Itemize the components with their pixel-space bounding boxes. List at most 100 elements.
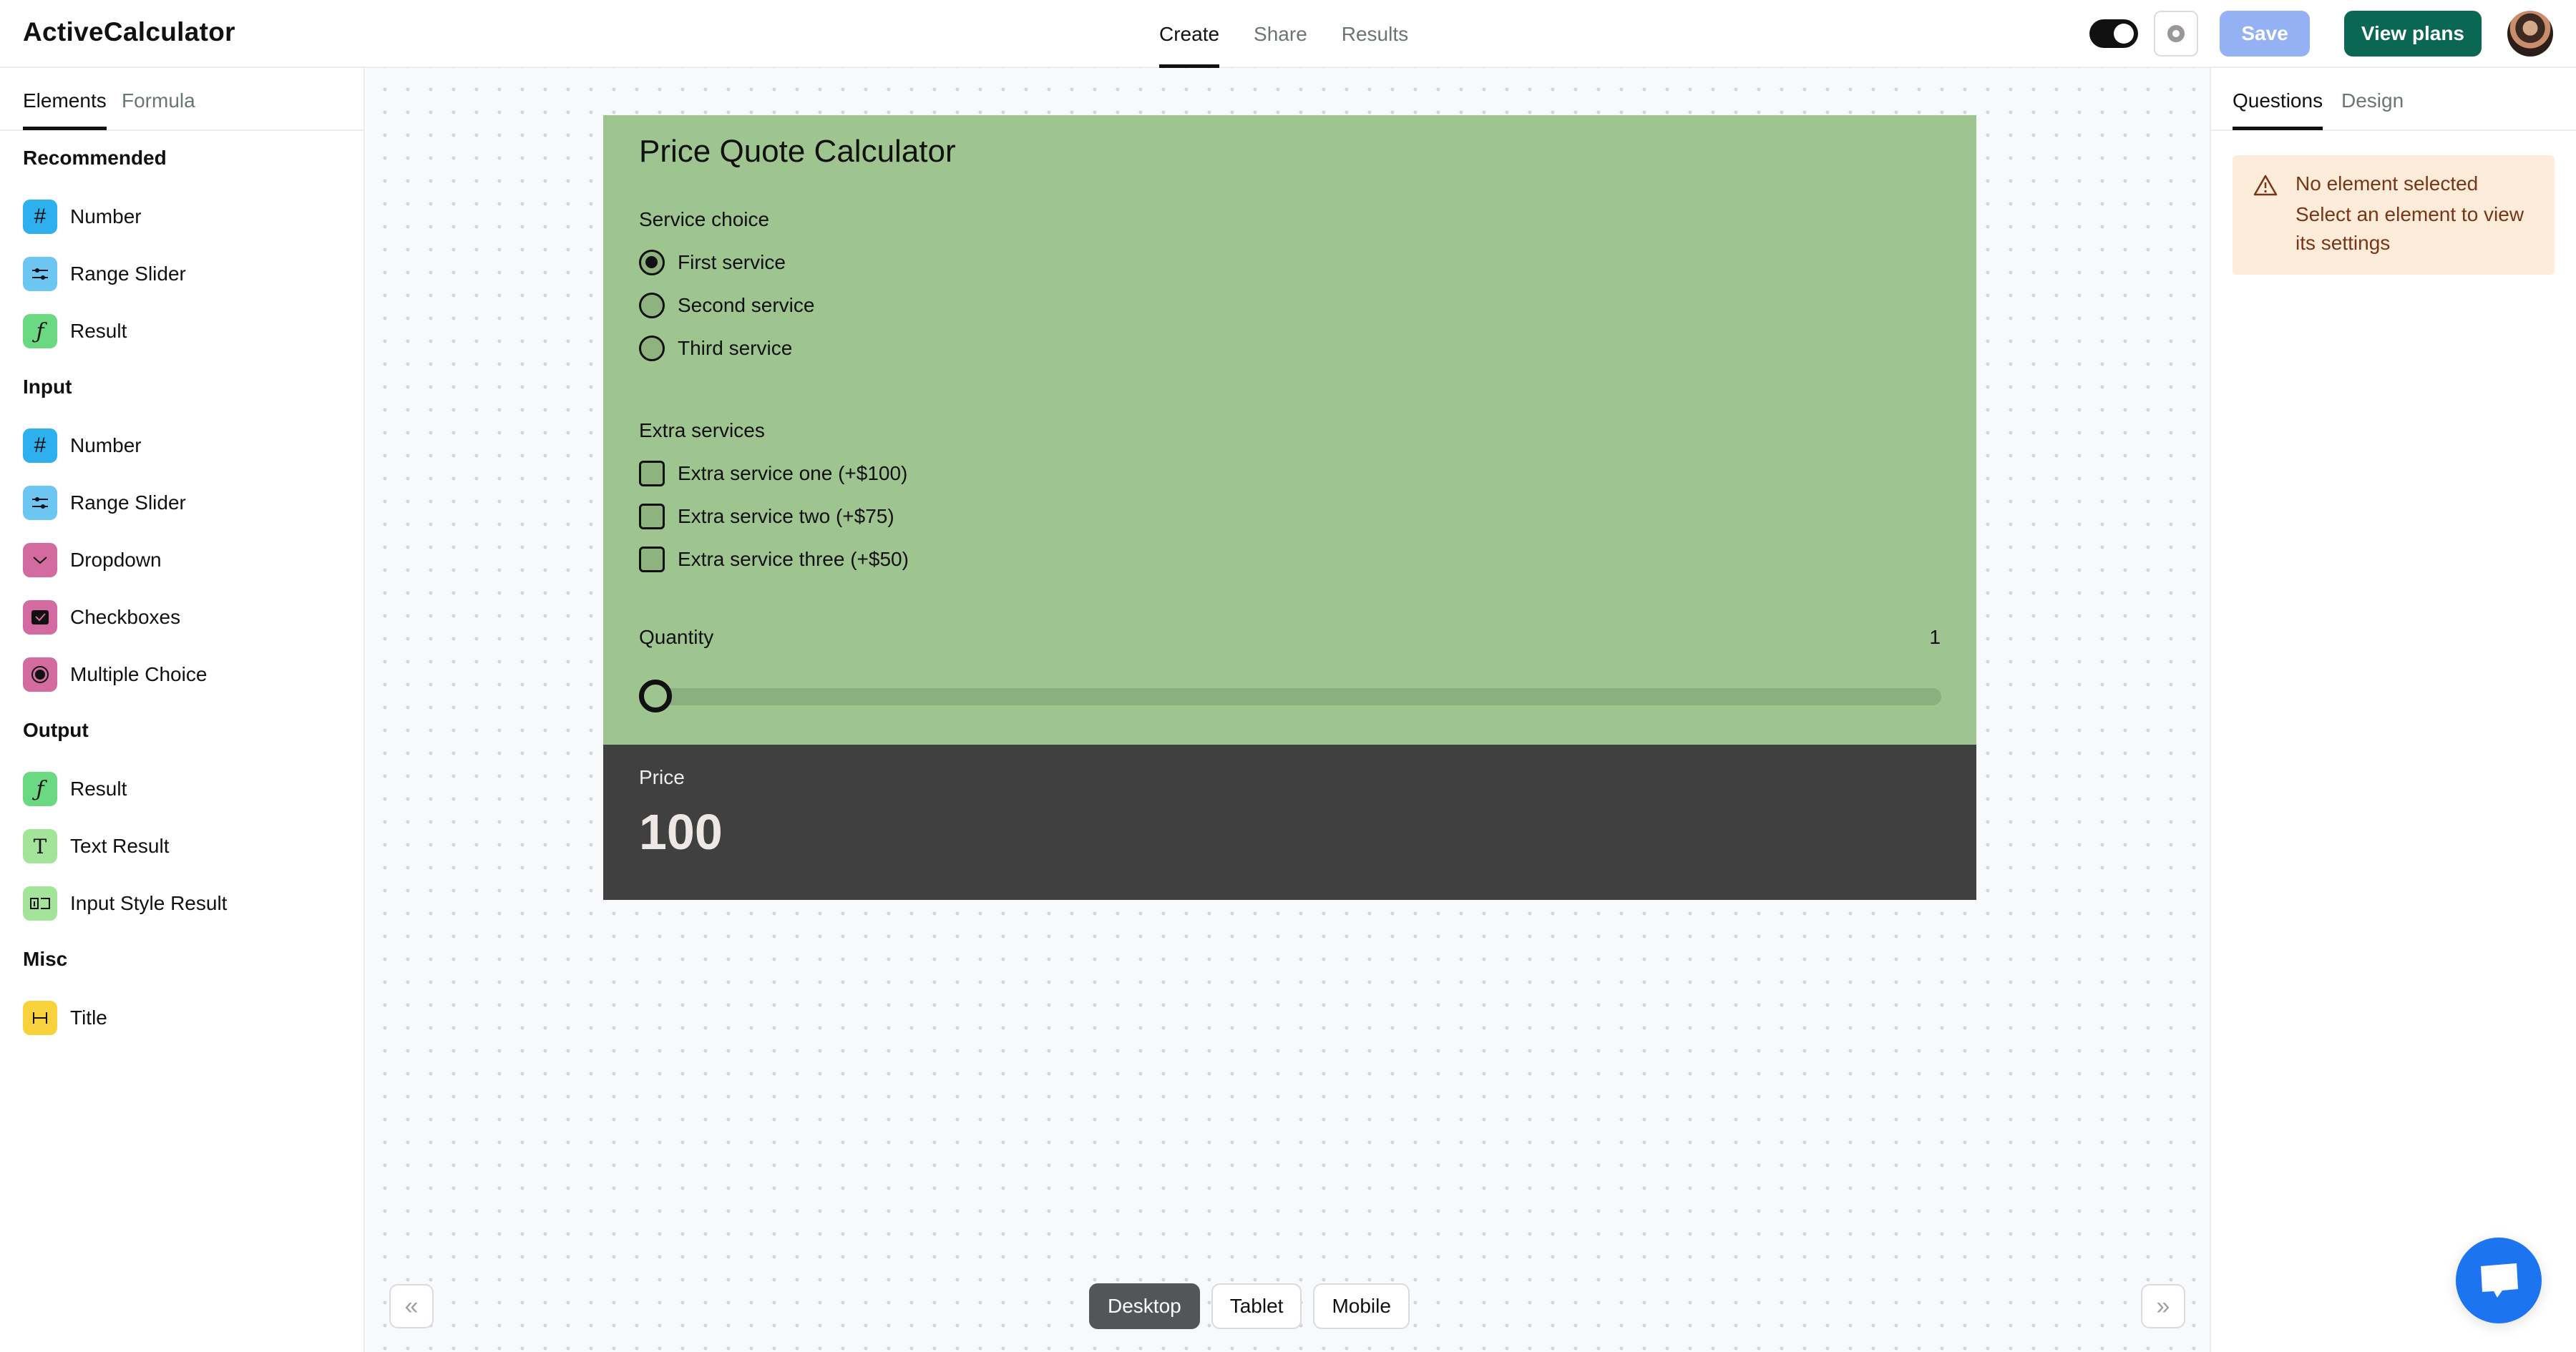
eye-icon	[2167, 25, 2185, 42]
checkbox-extra-service-one[interactable]: Extra service one (+$100)	[639, 459, 907, 488]
sliders-icon	[23, 486, 57, 520]
element-output-text-result[interactable]: T Text Result	[23, 829, 170, 863]
chat-widget-button[interactable]	[2456, 1238, 2542, 1323]
element-label: Title	[70, 1006, 107, 1029]
checkbox-extra-service-two[interactable]: Extra service two (+$75)	[639, 502, 894, 531]
element-label: Multiple Choice	[70, 663, 208, 685]
checkbox[interactable]	[639, 547, 665, 572]
extra-services-label: Extra services	[639, 419, 765, 441]
element-output-result[interactable]: ƒ Result	[23, 772, 127, 806]
tab-formula[interactable]: Formula	[122, 89, 195, 128]
nav-tab-create[interactable]: Create	[1159, 0, 1220, 68]
price-result: Price 100	[603, 745, 1976, 900]
elements-sidebar: Elements Formula Recommended # Number Ra…	[0, 68, 365, 1352]
collapse-right-button[interactable]: »	[2141, 1284, 2185, 1328]
element-input-range-slider[interactable]: Range Slider	[23, 486, 186, 520]
preview-button[interactable]	[2154, 11, 2199, 57]
section-output: Output	[23, 719, 89, 741]
element-label: Input Style Result	[70, 892, 228, 914]
tab-elements[interactable]: Elements	[23, 89, 107, 130]
radio-button[interactable]	[639, 335, 665, 361]
slider-track[interactable]	[646, 688, 1941, 705]
header-actions: Save View plans	[2089, 11, 2553, 57]
no-selection-notice: No element selected Select an element to…	[2233, 155, 2555, 275]
input-field-icon	[23, 886, 57, 921]
element-input-number[interactable]: # Number	[23, 428, 142, 463]
nav-tab-results[interactable]: Results	[1342, 0, 1408, 68]
device-tablet-button[interactable]: Tablet	[1211, 1283, 1302, 1329]
element-label: Result	[70, 778, 127, 800]
tab-design[interactable]: Design	[2341, 89, 2404, 128]
nav-tab-share[interactable]: Share	[1254, 0, 1307, 68]
element-input-checkboxes[interactable]: Checkboxes	[23, 600, 180, 635]
slider-thumb[interactable]	[639, 680, 672, 712]
app-logo[interactable]: ActiveCalculator	[23, 17, 235, 47]
heading-icon	[23, 1001, 57, 1035]
warning-icon	[2253, 175, 2278, 196]
element-label: Number	[70, 434, 142, 456]
price-label: Price	[639, 766, 685, 788]
checkbox-extra-service-three[interactable]: Extra service three (+$50)	[639, 545, 909, 574]
checkbox[interactable]	[639, 461, 665, 486]
element-misc-title[interactable]: Title	[23, 1001, 107, 1035]
price-value: 100	[639, 804, 723, 860]
element-input-dropdown[interactable]: Dropdown	[23, 543, 162, 577]
notice-title: No element selected	[2296, 172, 2479, 195]
checkbox[interactable]	[639, 504, 665, 529]
element-label: Dropdown	[70, 549, 162, 571]
quantity-value: 1	[1929, 626, 1941, 648]
radio-second-service[interactable]: Second service	[639, 291, 814, 320]
calculator-preview[interactable]: Price Quote Calculator Service choice Fi…	[603, 115, 1976, 900]
calculator-form: Price Quote Calculator Service choice Fi…	[603, 115, 1976, 745]
calculator-title[interactable]: Price Quote Calculator	[639, 134, 956, 170]
notice-text: Select an element to view its settings	[2296, 203, 2524, 254]
theme-toggle[interactable]	[2089, 19, 2139, 48]
hash-icon: #	[23, 428, 57, 463]
view-plans-button[interactable]: View plans	[2343, 11, 2482, 57]
checkbox-label: Extra service one (+$100)	[678, 462, 908, 484]
element-recommended-number[interactable]: # Number	[23, 200, 142, 234]
chevron-down-icon	[23, 543, 57, 577]
element-label: Range Slider	[70, 263, 186, 285]
chat-bubble-icon	[2481, 1263, 2518, 1298]
radio-third-service[interactable]: Third service	[639, 334, 792, 363]
element-label: Result	[70, 320, 127, 342]
radio-button-checked[interactable]	[639, 250, 665, 275]
radio-label: Second service	[678, 294, 815, 316]
device-desktop-button[interactable]: Desktop	[1089, 1283, 1200, 1329]
element-label: Checkboxes	[70, 606, 181, 628]
editor-canvas: Price Quote Calculator Service choice Fi…	[366, 68, 2210, 1352]
checkbox-icon	[23, 600, 57, 635]
device-mobile-button[interactable]: Mobile	[1313, 1283, 1410, 1329]
checkbox-label: Extra service two (+$75)	[678, 505, 894, 527]
function-icon: ƒ	[23, 314, 57, 348]
element-recommended-result[interactable]: ƒ Result	[23, 314, 127, 348]
settings-tabs: Questions Design	[2211, 68, 2576, 131]
user-avatar[interactable]	[2507, 11, 2553, 57]
sidebar-tabs: Elements Formula	[0, 68, 364, 131]
chevrons-right-icon: »	[2156, 1292, 2170, 1320]
save-button[interactable]: Save	[2220, 11, 2310, 57]
radio-button[interactable]	[639, 293, 665, 318]
chevrons-left-icon: «	[404, 1292, 419, 1320]
element-input-multiple-choice[interactable]: Multiple Choice	[23, 657, 207, 692]
section-recommended: Recommended	[23, 147, 167, 169]
main-nav: Create Share Results	[1159, 0, 1408, 68]
radio-first-service[interactable]: First service	[639, 248, 786, 277]
element-output-input-style-result[interactable]: Input Style Result	[23, 886, 227, 921]
sliders-icon	[23, 257, 57, 291]
settings-panel: Questions Design No element selected Sel…	[2210, 68, 2576, 1352]
device-switcher: Desktop Tablet Mobile	[1089, 1283, 1410, 1329]
radio-icon	[23, 657, 57, 692]
section-misc: Misc	[23, 948, 68, 970]
tab-questions[interactable]: Questions	[2233, 89, 2323, 130]
quantity-label: Quantity	[639, 626, 714, 648]
section-input: Input	[23, 376, 72, 398]
checkbox-label: Extra service three (+$50)	[678, 548, 909, 570]
element-recommended-range-slider[interactable]: Range Slider	[23, 257, 186, 291]
quantity-slider[interactable]	[639, 679, 1941, 713]
hash-icon: #	[23, 200, 57, 234]
collapse-left-button[interactable]: «	[389, 1284, 434, 1328]
radio-label: First service	[678, 251, 786, 273]
function-icon: ƒ	[23, 772, 57, 806]
